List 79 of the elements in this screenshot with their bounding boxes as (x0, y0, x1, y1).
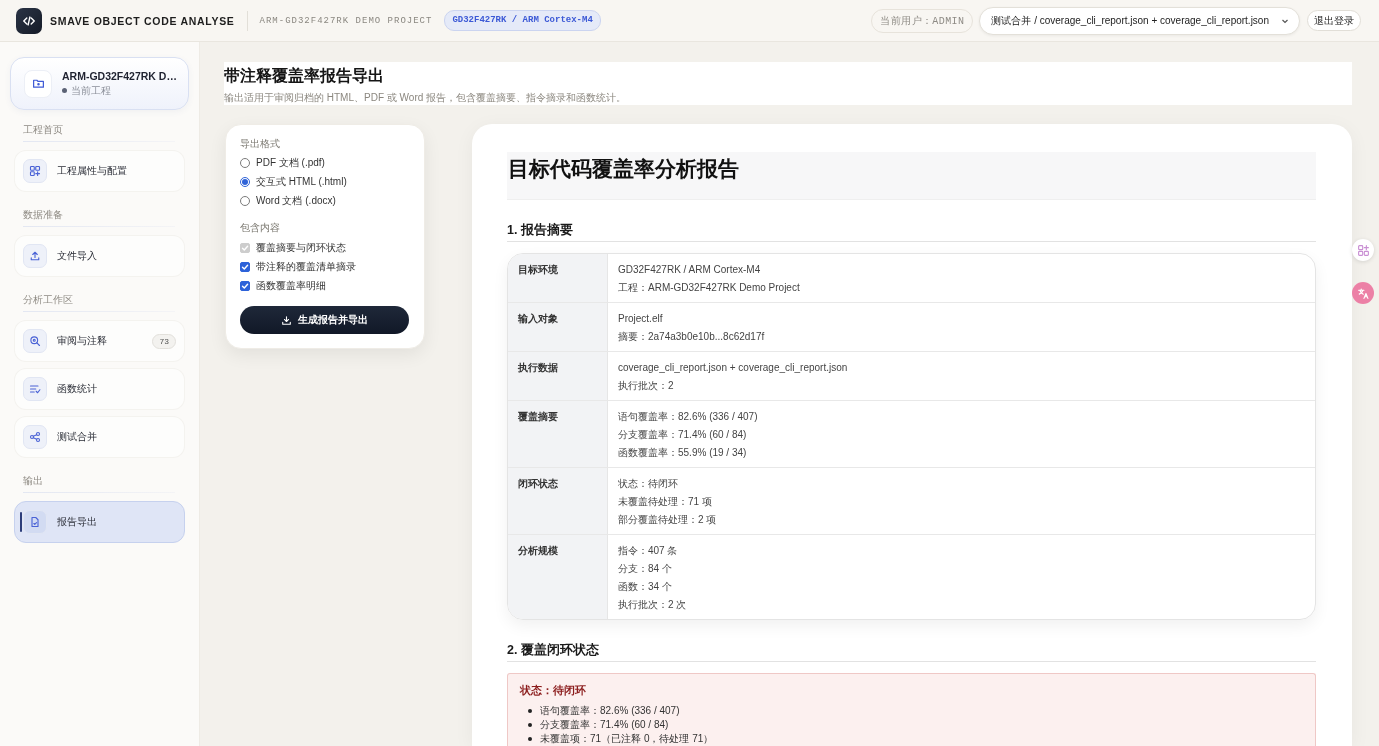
checkbox-label: 覆盖摘要与闭环状态 (256, 240, 346, 255)
group-label: 导出格式 (240, 137, 280, 151)
project-status: 当前工程 (71, 83, 111, 98)
value-line: 工程：ARM-GD32F427RK Demo Project (618, 281, 800, 295)
radio-button[interactable] (240, 176, 250, 187)
section-label: 数据准备 (23, 208, 63, 222)
value-line: 未覆盖待处理：71 项 (618, 495, 712, 509)
search-icon (23, 329, 47, 353)
report-title: 目标代码覆盖率分析报告 (507, 152, 1316, 200)
radio-label: PDF 文档 (.pdf) (256, 155, 325, 170)
row-header: 覆盖摘要 (508, 401, 608, 467)
value-line: 指令：407 条 (618, 544, 678, 558)
radio-label: 交互式 HTML (.html) (256, 174, 347, 189)
download-icon (281, 314, 292, 326)
checkbox[interactable] (240, 261, 250, 272)
checkbox-label: 函数覆盖率明细 (256, 278, 326, 293)
code-logo-icon (16, 7, 42, 34)
value-line: 状态：待闭环 (618, 477, 678, 491)
nav-item[interactable]: 文件导入 (14, 235, 185, 277)
value-line: 分支：84 个 (618, 562, 672, 576)
row-header: 分析规模 (508, 535, 608, 619)
count-badge: 73 (152, 333, 176, 349)
grid-plus-icon[interactable] (1352, 239, 1374, 261)
value-line: coverage_cli_report.json + coverage_cli_report.json (618, 361, 848, 375)
export-button[interactable]: 生成报告并导出 (240, 306, 409, 334)
nav-item[interactable]: 测试合并 (14, 416, 185, 458)
alert-item: 分支覆盖率：71.4% (60 / 84) (540, 718, 669, 732)
logout-button[interactable]: 退出登录 (1307, 10, 1361, 31)
list-check-icon (23, 377, 47, 401)
upload-icon (23, 244, 47, 268)
project-title: ARM-GD32F427RK D… (62, 69, 177, 82)
checkbox-label: 带注释的覆盖清单摘录 (256, 259, 356, 274)
value-line: 部分覆盖待处理：2 项 (618, 513, 717, 527)
page-title: 带注释覆盖率报告导出 (224, 66, 384, 86)
value-line: 语句覆盖率：82.6% (336 / 407) (618, 410, 758, 424)
row-header: 闭环状态 (508, 468, 608, 534)
dataset-select[interactable]: 测试合并 / coverage_cli_report.json + coverage_cli_report.json (979, 6, 1300, 35)
page-subtitle: 输出适用于审阅归档的 HTML、PDF 或 Word 报告，包含覆盖摘要、指令摘录和函数统计。 (224, 91, 627, 105)
value-line: GD32F427RK / ARM Cortex-M4 (618, 263, 761, 277)
alert-item: 未覆盖项：71（已注释 0，待处理 71） (540, 732, 714, 746)
group-label: 包含内容 (240, 221, 280, 235)
checkbox[interactable] (240, 280, 250, 291)
value-line: 摘要：2a74a3b0e10b...8c62d17f (618, 330, 765, 344)
section-heading: 2. 覆盖闭环状态 (507, 641, 599, 659)
nav-item[interactable]: 函数统计 (14, 368, 185, 410)
nodes-icon (23, 425, 47, 449)
value-line: Project.elf (618, 312, 663, 326)
value-line: 函数覆盖率：55.9% (19 / 34) (618, 446, 747, 460)
section-label: 分析工作区 (23, 293, 73, 307)
project-name: ARM-GD32F427RK DEMO PROJECT (259, 15, 433, 26)
status-dot-icon (62, 88, 67, 93)
alert-item: 语句覆盖率：82.6% (336 / 407) (540, 704, 680, 718)
translate-icon[interactable] (1352, 282, 1374, 304)
value-line: 分支覆盖率：71.4% (60 / 84) (618, 428, 747, 442)
bullet-icon (528, 737, 532, 741)
grid-plus-icon (23, 159, 47, 183)
value-line: 执行批次：2 (618, 379, 674, 393)
row-header: 输入对象 (508, 303, 608, 351)
radio-button[interactable] (240, 195, 250, 206)
row-header: 目标环境 (508, 254, 608, 302)
app-title: SMAVE OBJECT CODE ANALYSE (50, 14, 235, 27)
radio-button[interactable] (240, 157, 250, 168)
radio-label: Word 文档 (.docx) (256, 193, 336, 208)
alert-status: 状态：待闭环 (520, 683, 586, 698)
nav-item[interactable]: 报告导出 (14, 501, 185, 543)
bullet-icon (528, 723, 532, 727)
section-heading: 1. 报告摘要 (507, 222, 573, 239)
row-header: 执行数据 (508, 352, 608, 400)
value-line: 执行批次：2 次 (618, 598, 687, 612)
file-icon (23, 510, 47, 534)
section-label: 工程首页 (23, 123, 63, 137)
folder-icon (24, 69, 52, 98)
section-label: 输出 (23, 474, 43, 488)
target-badge: GD32F427RK / ARM Cortex-M4 (444, 10, 601, 31)
project-card[interactable]: ARM-GD32F427RK D… 当前工程 (10, 57, 189, 110)
nav-item[interactable]: 审阅与注释 73 (14, 320, 185, 362)
value-line: 函数：34 个 (618, 580, 672, 594)
bullet-icon (528, 709, 532, 713)
nav-item[interactable]: 工程属性与配置 (14, 150, 185, 192)
